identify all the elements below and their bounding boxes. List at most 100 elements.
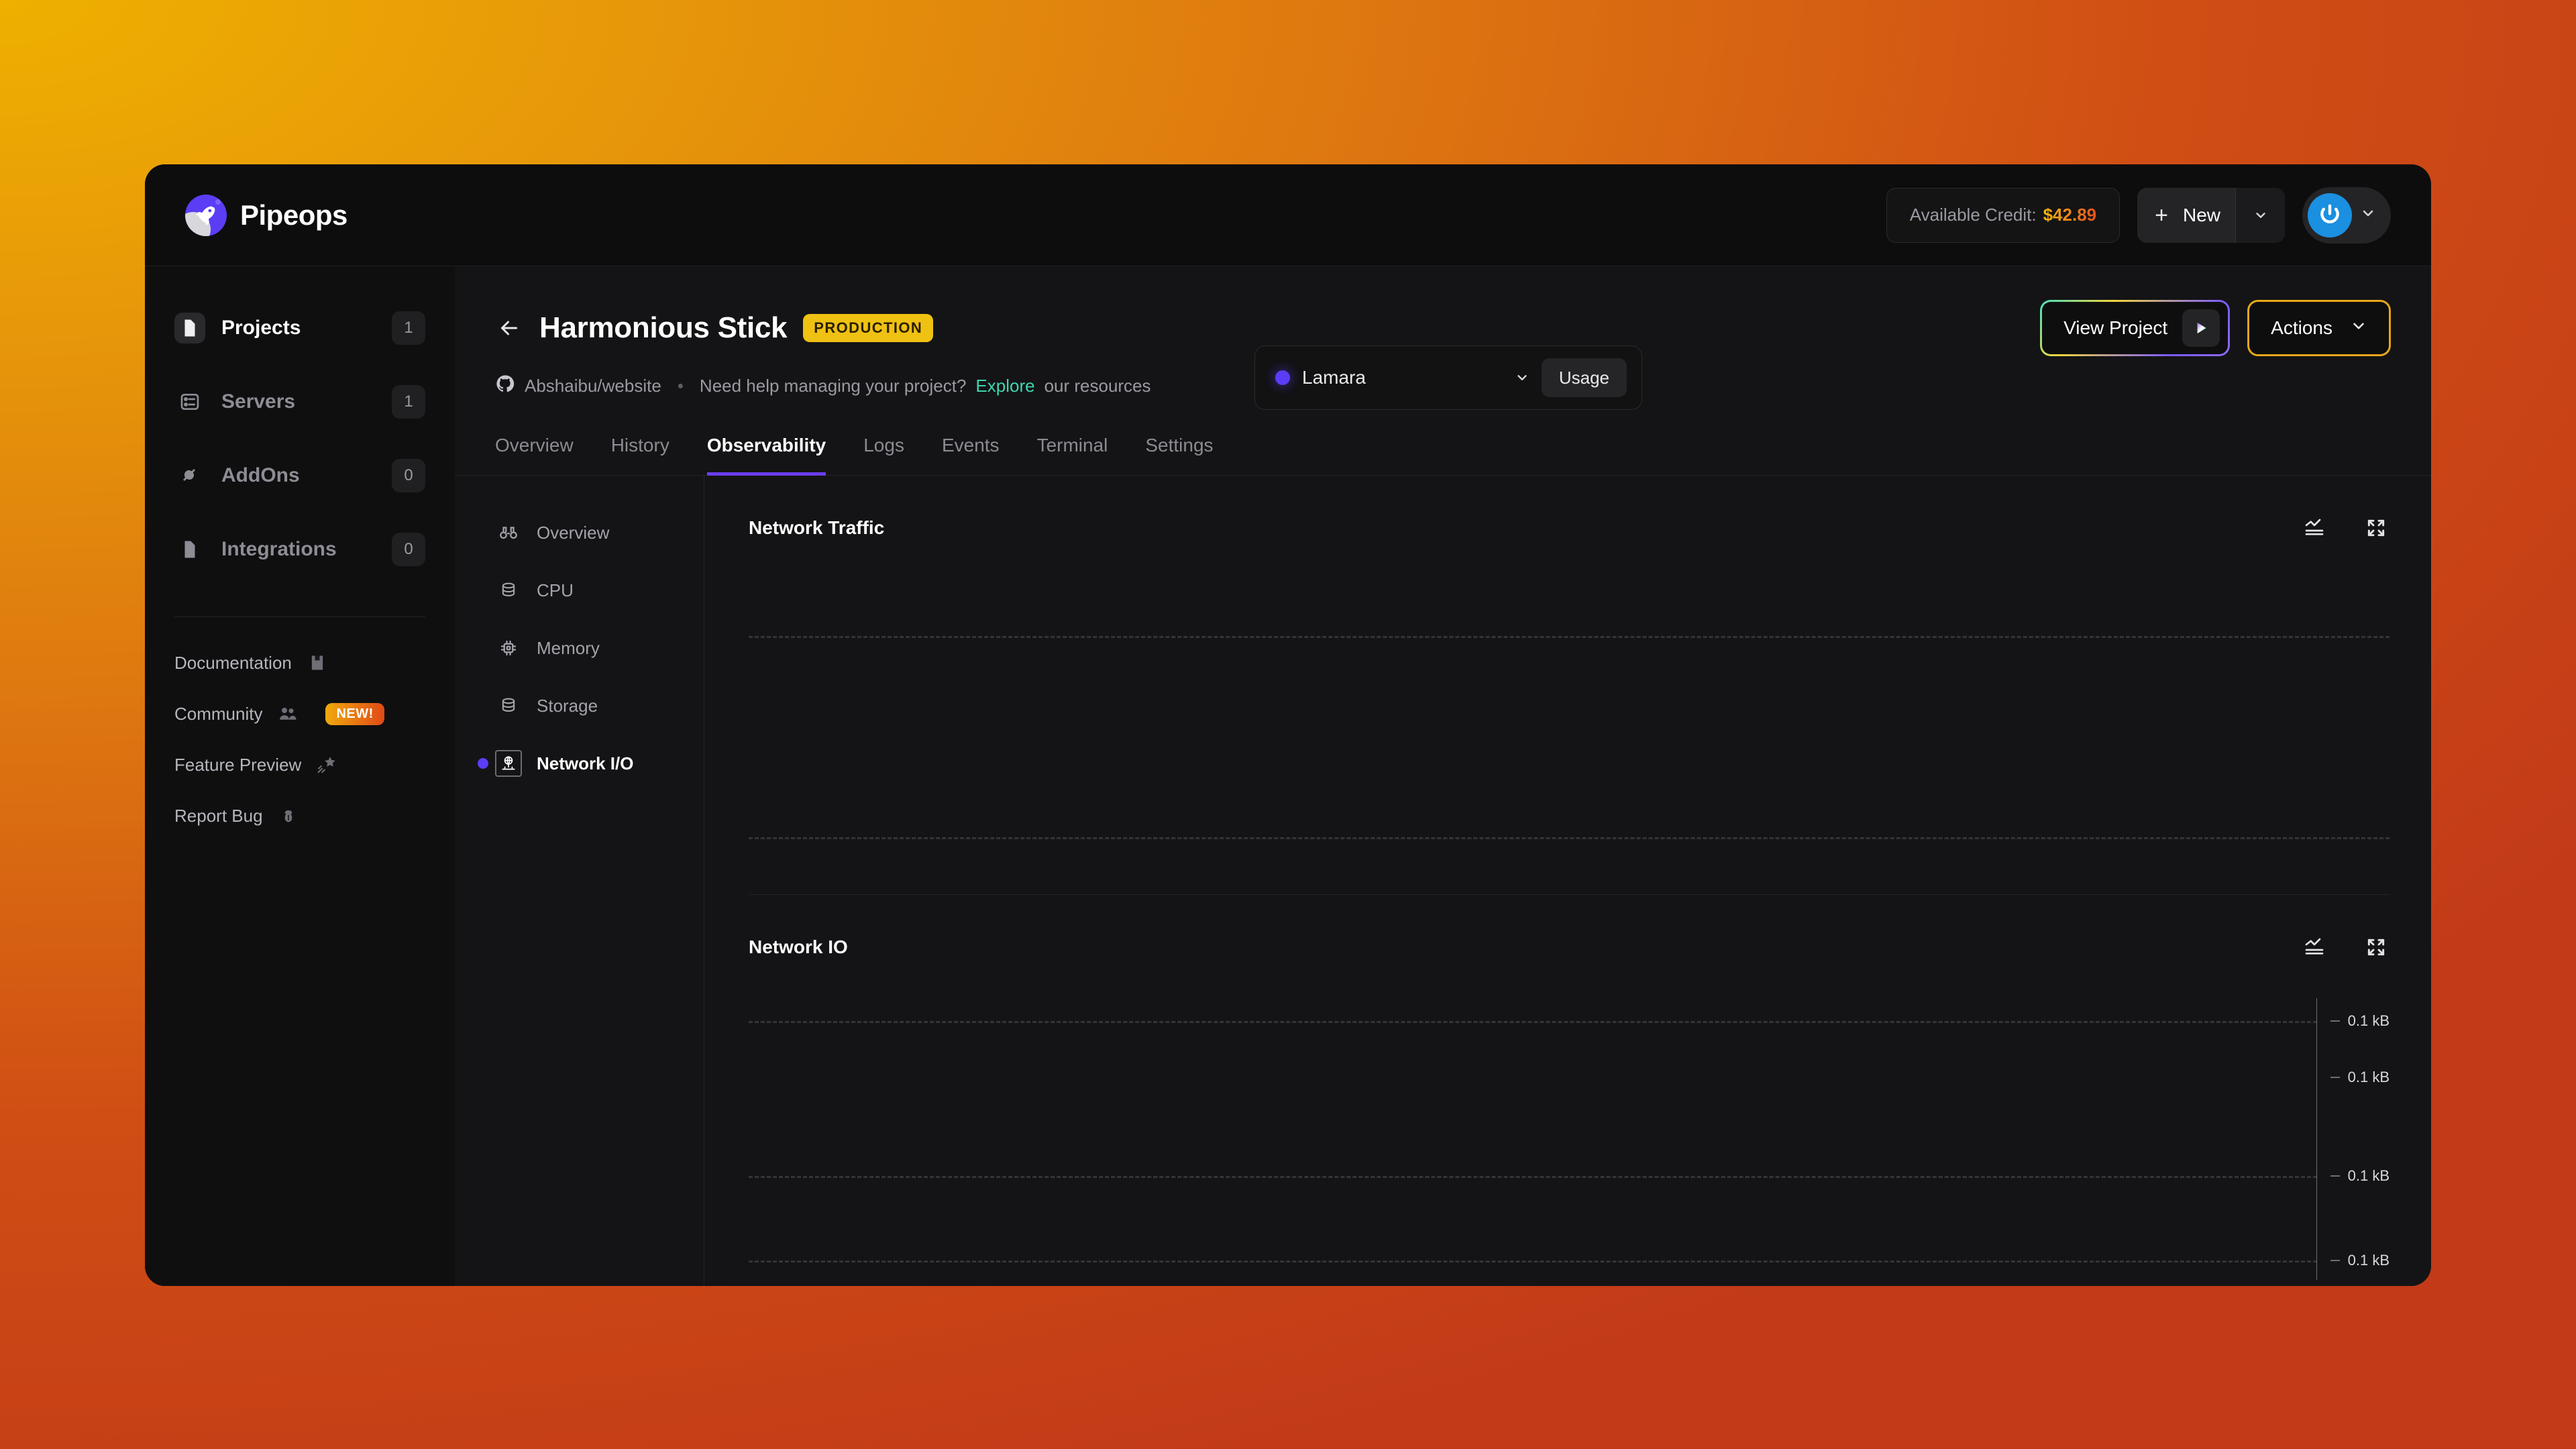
sidebar-link-feature-preview[interactable]: Feature Preview xyxy=(174,753,425,777)
tab-observability[interactable]: Observability xyxy=(706,428,826,476)
sidebar-link-label: Community xyxy=(174,703,263,724)
observability-body: Overview CPU Memory Storage Network I/O … xyxy=(455,476,2431,1286)
y-axis xyxy=(2316,998,2317,1280)
y-tick-label: 0.1 kB xyxy=(2347,1167,2390,1184)
y-tick-label: 0.1 kB xyxy=(2347,1251,2390,1269)
usage-button[interactable]: Usage xyxy=(1541,358,1627,397)
y-axis-tick: 0.1 kB xyxy=(2330,1167,2390,1185)
tab-events[interactable]: Events xyxy=(942,428,1000,476)
book-icon xyxy=(305,651,329,675)
new-button-dropdown[interactable] xyxy=(2235,187,2285,243)
gridline xyxy=(749,1260,2317,1263)
y-axis-tick: 0.1 kB xyxy=(2330,1069,2390,1086)
subnav-item-storage[interactable]: Storage xyxy=(495,689,704,722)
plug-icon xyxy=(174,460,205,491)
shooting-star-icon xyxy=(315,753,339,777)
sidebar-item-servers[interactable]: Servers 1 xyxy=(174,380,425,423)
subnav-item-overview[interactable]: Overview xyxy=(495,516,704,549)
sidebar-item-label: Integrations xyxy=(221,538,337,560)
brand[interactable]: Pipeops xyxy=(185,194,347,236)
new-button-label: New xyxy=(2182,204,2220,225)
tab-history[interactable]: History xyxy=(611,428,669,476)
app-window: Pipeops Lamara Usage Available Credit: $… xyxy=(145,164,2431,1286)
subnav-item-cpu[interactable]: CPU xyxy=(495,574,704,607)
server-icon xyxy=(174,386,205,417)
tab-overview[interactable]: Overview xyxy=(495,428,574,476)
panel-tools xyxy=(2301,934,2390,961)
explore-link[interactable]: Explore xyxy=(975,376,1034,396)
subnav-item-memory[interactable]: Memory xyxy=(495,631,704,665)
status-badge: PRODUCTION xyxy=(803,314,934,342)
page-title: Harmonious Stick xyxy=(539,311,788,344)
database-icon xyxy=(495,577,522,604)
sidebar-link-community[interactable]: Community NEW! xyxy=(174,702,425,726)
credit-amount: $42.89 xyxy=(2043,205,2097,225)
available-credit: Available Credit: $42.89 xyxy=(1886,187,2121,243)
main-content: Harmonious Stick PRODUCTION View Project… xyxy=(455,266,2431,1286)
bug-icon xyxy=(276,804,301,828)
sidebar-link-label: Documentation xyxy=(174,652,292,673)
network-globe-icon xyxy=(495,750,522,777)
tab-terminal[interactable]: Terminal xyxy=(1037,428,1108,476)
body: Projects 1 Servers 1 AddOns 0 Integratio… xyxy=(145,266,2431,1286)
plus-icon: + xyxy=(2155,202,2168,228)
status-badge: NEW! xyxy=(325,702,384,725)
y-tick-label: 0.1 kB xyxy=(2347,1068,2390,1085)
y-axis-tick: 0.1 kB xyxy=(2330,1252,2390,1269)
charts-area: Network Traffic Network IO 0.1 kB 0.1 kB… xyxy=(704,476,2431,1286)
org-name: Lamara xyxy=(1302,367,1366,388)
gridline xyxy=(749,837,2390,840)
org-switcher[interactable]: Lamara Usage xyxy=(1254,345,1642,410)
binoculars-icon xyxy=(495,519,522,546)
sidebar-item-projects[interactable]: Projects 1 xyxy=(174,307,425,350)
panel-header: Network IO xyxy=(749,934,2390,961)
line-chart-icon[interactable] xyxy=(2301,515,2328,541)
panel-network-io: Network IO 0.1 kB 0.1 kB 0.1 kB 0.1 kB xyxy=(749,894,2390,1280)
chip-icon xyxy=(495,635,522,661)
help-text-tail: our resources xyxy=(1044,376,1151,396)
sidebar-link-documentation[interactable]: Documentation xyxy=(174,651,425,675)
user-menu[interactable] xyxy=(2302,186,2391,244)
tab-logs[interactable]: Logs xyxy=(863,428,904,476)
arrow-left-icon[interactable] xyxy=(495,314,523,342)
sidebar-item-label: AddOns xyxy=(221,464,300,486)
chevron-down-icon xyxy=(2360,205,2376,225)
subnav-item-network-io[interactable]: Network I/O xyxy=(495,747,704,780)
panel-title: Network Traffic xyxy=(749,517,885,538)
expand-icon[interactable] xyxy=(2363,515,2390,541)
people-icon xyxy=(276,702,300,726)
top-bar-right: Available Credit: $42.89 + New xyxy=(1886,186,2391,244)
sidebar-item-count: 0 xyxy=(392,533,425,566)
document-icon xyxy=(174,313,205,343)
actions-button[interactable]: Actions xyxy=(2247,300,2391,356)
y-axis-tick: 0.1 kB xyxy=(2330,1012,2390,1030)
subnav-label: CPU xyxy=(537,580,574,600)
metrics-subnav: Overview CPU Memory Storage Network I/O xyxy=(455,476,704,1286)
chevron-down-icon[interactable] xyxy=(1515,370,1529,385)
network-io-plot: 0.1 kB 0.1 kB 0.1 kB 0.1 kB xyxy=(749,998,2390,1280)
expand-icon[interactable] xyxy=(2363,934,2390,961)
github-icon xyxy=(495,374,515,398)
line-chart-icon[interactable] xyxy=(2301,934,2328,961)
gridline xyxy=(749,635,2390,638)
panel-title: Network IO xyxy=(749,936,848,957)
sidebar-item-count: 1 xyxy=(392,311,425,345)
sidebar-item-label: Projects xyxy=(221,317,301,339)
view-project-button[interactable]: View Project xyxy=(2040,300,2230,356)
tab-settings[interactable]: Settings xyxy=(1145,428,1213,476)
sidebar-link-report-bug[interactable]: Report Bug xyxy=(174,804,425,828)
tab-bar: Overview History Observability Logs Even… xyxy=(455,428,2431,476)
panel-network-traffic: Network Traffic xyxy=(749,476,2390,894)
repo-name[interactable]: Abshaibu/website xyxy=(525,376,661,396)
sidebar-item-label: Servers xyxy=(221,390,296,413)
sidebar-link-label: Report Bug xyxy=(174,805,263,826)
new-button[interactable]: + New xyxy=(2137,187,2285,243)
view-project-label: View Project xyxy=(2063,317,2168,338)
sidebar-item-addons[interactable]: AddOns 0 xyxy=(174,454,425,497)
avatar xyxy=(2308,193,2352,237)
subnav-label: Overview xyxy=(537,522,610,543)
document-icon xyxy=(174,534,205,565)
gridline xyxy=(749,1175,2317,1178)
subnav-label: Network I/O xyxy=(537,753,634,773)
sidebar-item-integrations[interactable]: Integrations 0 xyxy=(174,528,425,571)
